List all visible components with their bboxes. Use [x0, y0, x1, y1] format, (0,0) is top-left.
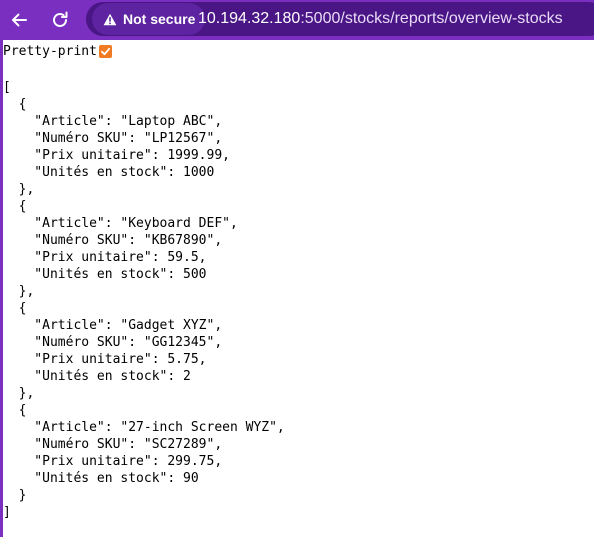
json-sku-line: "Numéro SKU": "LP12567", [3, 131, 223, 146]
json-object-open: { [3, 199, 27, 214]
security-chip[interactable]: Not secure [92, 3, 206, 35]
json-open-bracket: [ [3, 80, 11, 95]
json-response: [ { "Article": "Laptop ABC", "Numéro SKU… [3, 79, 285, 521]
page-content: Pretty-print [ { "Article": "Laptop ABC"… [3, 40, 594, 537]
security-label: Not secure [123, 11, 196, 27]
json-object-close: }, [3, 284, 35, 299]
json-price-line: "Prix unitaire": 59.5, [3, 250, 207, 265]
json-object-close: }, [3, 182, 35, 197]
pretty-print-bar: Pretty-print [3, 42, 112, 60]
json-object-close: }, [3, 386, 35, 401]
json-price-line: "Prix unitaire": 1999.99, [3, 148, 230, 163]
arrow-left-icon [12, 13, 27, 27]
json-article-line: "Article": "Laptop ABC", [3, 114, 223, 129]
pretty-print-label: Pretty-print [3, 43, 97, 59]
pretty-print-checkbox[interactable] [98, 44, 112, 58]
json-stock-line: "Unités en stock": 1000 [3, 165, 215, 180]
browser-toolbar: Not secure 10.194.32.180:5000/stocks/rep… [0, 0, 594, 40]
json-article-line: "Article": "27-inch Screen WYZ", [3, 420, 285, 435]
json-stock-line: "Unités en stock": 90 [3, 471, 199, 486]
reload-icon [53, 11, 68, 27]
json-object-close-last: } [3, 488, 27, 503]
warning-icon [103, 13, 117, 25]
json-object-open: { [3, 97, 27, 112]
json-stock-line: "Unités en stock": 2 [3, 369, 191, 384]
json-close-bracket: ] [3, 505, 11, 520]
json-object-open: { [3, 403, 27, 418]
json-price-line: "Prix unitaire": 5.75, [3, 352, 207, 367]
json-object-open: { [3, 301, 27, 316]
json-sku-line: "Numéro SKU": "GG12345", [3, 335, 223, 350]
reload-button[interactable] [44, 4, 76, 36]
checkmark-icon [101, 47, 111, 55]
json-article-line: "Article": "Gadget XYZ", [3, 318, 223, 333]
url-path: :5000/stocks/reports/overview-stocks [300, 10, 563, 27]
url-text[interactable]: 10.194.32.180:5000/stocks/reports/overvi… [198, 2, 563, 36]
json-price-line: "Prix unitaire": 299.75, [3, 454, 223, 469]
json-stock-line: "Unités en stock": 500 [3, 267, 207, 282]
json-article-line: "Article": "Keyboard DEF", [3, 216, 238, 231]
url-host: 10.194.32.180 [198, 10, 301, 27]
back-button[interactable] [3, 4, 35, 36]
address-bar[interactable]: Not secure 10.194.32.180:5000/stocks/rep… [86, 2, 594, 36]
json-sku-line: "Numéro SKU": "SC27289", [3, 437, 223, 452]
json-sku-line: "Numéro SKU": "KB67890", [3, 233, 223, 248]
